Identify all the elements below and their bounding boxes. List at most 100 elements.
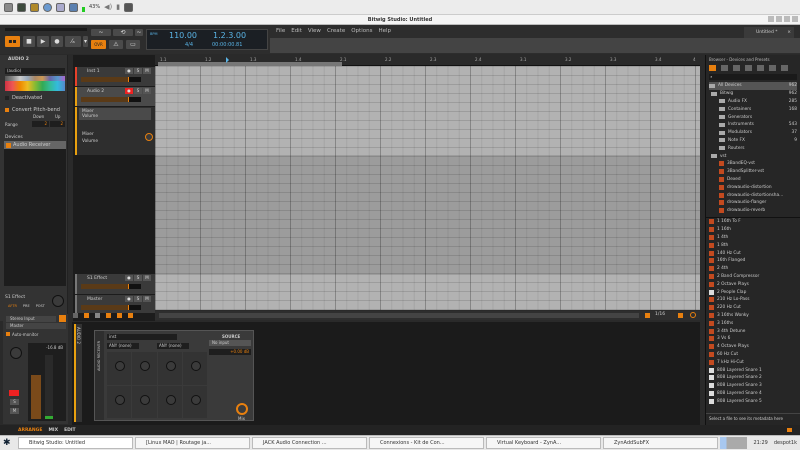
browser-icon[interactable] — [43, 2, 52, 12]
folder-icon[interactable] — [69, 2, 78, 12]
maximize-button[interactable] — [784, 16, 790, 22]
source-select[interactable]: No input — [209, 340, 251, 346]
record-arm-button[interactable]: ● — [125, 68, 133, 74]
preset-item[interactable]: 808 Layered Snare 3 — [709, 382, 797, 390]
clip-launcher-icon[interactable] — [73, 313, 78, 318]
search-icon[interactable] — [56, 2, 65, 12]
mix-knob[interactable] — [236, 403, 248, 415]
punch-in-button[interactable]: ~ — [91, 29, 111, 36]
taskbar-item[interactable]: Virtual Keyboard - ZynA... — [486, 437, 601, 449]
mix-tab[interactable]: MIX — [48, 428, 58, 433]
menu-file[interactable]: File — [276, 28, 285, 34]
preset-item[interactable]: 3 16ths Wonky — [709, 312, 797, 320]
arrange-tab[interactable]: ARRANGE — [18, 428, 42, 433]
track-audio-2[interactable]: Audio 2 ● S M — [75, 87, 155, 106]
solo-button[interactable]: S — [10, 399, 19, 405]
deactivated-checkbox[interactable]: Deactivated — [5, 95, 42, 101]
send-mode-post[interactable]: POST — [36, 304, 45, 308]
preset-item[interactable]: 16th Flanged — [709, 257, 797, 265]
device-item-audio-receiver[interactable]: Audio Receiver — [4, 141, 66, 149]
auto-monitor-checkbox[interactable]: Auto-monitor — [6, 332, 38, 337]
preset-item[interactable]: 60 Hz Cut — [709, 351, 797, 359]
solo-button[interactable]: S — [134, 296, 142, 302]
activate-button[interactable]: ● — [125, 296, 133, 302]
preset-item[interactable]: 808 Layered Snare 1 — [709, 366, 797, 374]
tree-item[interactable]: Modulators 37 — [709, 129, 797, 137]
menu-create[interactable]: Create — [327, 28, 345, 34]
pin-button[interactable] — [768, 16, 774, 22]
preset-item[interactable]: 210 Hz Lo-Pass — [709, 296, 797, 304]
pan-knob[interactable] — [10, 347, 22, 359]
browser-settings-icon[interactable] — [781, 65, 788, 71]
taskbar-item[interactable]: Connexions - Kit de Con... — [369, 437, 484, 449]
track-volume-meter[interactable] — [81, 97, 141, 102]
tree-item[interactable]: Containers 168 — [709, 105, 797, 113]
tree-item[interactable]: drowaudio-distortionsha... — [709, 191, 797, 199]
send-mode-after[interactable]: AFTR — [8, 304, 17, 308]
macro-knob[interactable] — [190, 361, 201, 371]
taskbar-item[interactable]: JACK Audio Connection ... — [252, 437, 367, 449]
desktop-icon[interactable] — [4, 2, 13, 12]
music-tab-icon[interactable] — [745, 65, 752, 71]
solo-button[interactable]: S — [134, 275, 142, 281]
zoom-icon[interactable] — [645, 313, 650, 318]
mute-button[interactable]: M — [10, 408, 19, 414]
taskbar-item[interactable]: ZynAddSubFX — [603, 437, 718, 449]
arranger-icon[interactable] — [84, 313, 89, 318]
preset-item[interactable]: 1 16th — [709, 226, 797, 234]
punch-out-button[interactable]: ~ — [135, 29, 143, 36]
record-arm-button[interactable] — [9, 390, 19, 396]
loop-button[interactable]: ⟲ — [113, 29, 133, 36]
mute-button[interactable]: M — [143, 68, 151, 74]
project-tab[interactable]: Untitled * × — [744, 27, 794, 38]
samples-tab-icon[interactable] — [733, 65, 740, 71]
volume-icon[interactable]: ◀) — [104, 3, 112, 11]
tree-item[interactable]: vst — [709, 152, 797, 160]
tree-item[interactable]: 3BandEQ-vst — [709, 160, 797, 168]
menu-view[interactable]: View — [308, 28, 321, 34]
tree-item[interactable]: Instruments 543 — [709, 121, 797, 129]
files-tab-icon[interactable] — [757, 65, 764, 71]
convert-pitch-bend-checkbox[interactable]: Convert Pitch-bend — [5, 107, 60, 113]
presets-tab-icon[interactable] — [721, 65, 728, 71]
close-tab-icon[interactable]: × — [787, 30, 791, 35]
track-volume-meter[interactable] — [81, 305, 141, 310]
preset-item[interactable]: 1 4th — [709, 234, 797, 242]
meter-icon[interactable] — [117, 313, 122, 318]
close-button[interactable] — [792, 16, 798, 22]
preset-item[interactable]: 220 Hz Cut — [709, 304, 797, 312]
mute-button[interactable]: M — [143, 275, 151, 281]
io-icon[interactable] — [95, 313, 100, 318]
preset-item[interactable]: 2 Octave Plays — [709, 280, 797, 288]
track-name-field[interactable]: (audio) — [5, 68, 65, 74]
follow-playhead-icon[interactable] — [678, 313, 683, 318]
preset-item[interactable]: 2 4th — [709, 265, 797, 273]
plugins-tab-icon[interactable] — [769, 65, 776, 71]
arrangement-grid[interactable] — [155, 66, 700, 310]
settings-icon[interactable] — [690, 312, 696, 318]
preset-item[interactable]: 3 4th Detune — [709, 327, 797, 335]
position-time[interactable]: 00:00:00.81 — [212, 42, 242, 48]
preset-item[interactable]: 3 16ths — [709, 319, 797, 327]
activate-button[interactable]: ● — [125, 275, 133, 281]
archive-icon[interactable] — [30, 2, 39, 12]
mute-button[interactable]: M — [143, 296, 151, 302]
range-up-field[interactable]: 2 — [50, 121, 65, 127]
preset-item[interactable]: 1 8th — [709, 241, 797, 249]
tree-item[interactable]: Dexed — [709, 176, 797, 184]
tree-item[interactable]: All Devices 962 — [709, 82, 797, 90]
audio-receiver-device[interactable]: AUDIO RECEIVER inst ANY (none) ANY (none… — [94, 330, 254, 421]
send-level-knob[interactable] — [52, 295, 64, 307]
arranger-timeline[interactable]: 1.1 1.2 1.3 1.4 2.1 2.2 2.3 2.4 3.1 3.2 … — [155, 55, 700, 310]
macro-knob[interactable] — [140, 394, 151, 405]
preset-item[interactable]: 808 Layered Snare 2 — [709, 374, 797, 382]
preset-item[interactable]: 3 Vs 6 — [709, 335, 797, 343]
tree-item[interactable]: drowaudio-flanger — [709, 199, 797, 207]
macro-knob[interactable] — [165, 394, 176, 405]
macro-knob[interactable] — [115, 361, 125, 371]
tree-item[interactable]: Note FX 9 — [709, 137, 797, 145]
edit-tab[interactable]: EDIT — [64, 428, 76, 433]
tree-item[interactable]: drowaudio-distortion — [709, 183, 797, 191]
receiver-input-field[interactable]: inst — [107, 334, 177, 340]
track-color-palette-row2[interactable] — [5, 81, 65, 91]
